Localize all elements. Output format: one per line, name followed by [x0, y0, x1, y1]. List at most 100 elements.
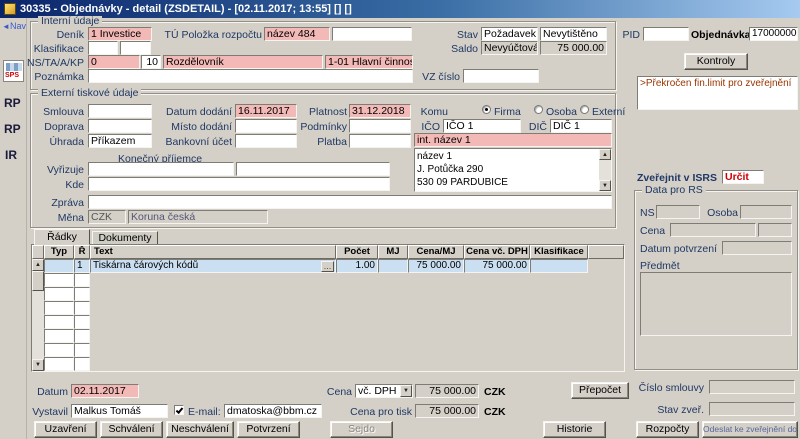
grid-empty-cell[interactable] [44, 357, 74, 371]
doprava-field[interactable] [88, 119, 152, 133]
kontroly-button[interactable]: Kontroly [684, 53, 748, 70]
radio-osoba[interactable] [534, 105, 543, 114]
potvrzeni-button[interactable]: Potvrzení [237, 421, 300, 438]
sejdo-button[interactable]: Sejdo [330, 421, 393, 438]
int-nazev-field[interactable]: int. název 1 [414, 133, 612, 147]
ns-field-1[interactable]: 0 [88, 55, 140, 69]
platba-field[interactable] [349, 134, 411, 148]
bankovni-ucet-field[interactable] [235, 134, 297, 148]
objednavka-field[interactable]: 1700000001 [749, 27, 798, 41]
stav-field-2[interactable]: Nevytištěno [540, 27, 607, 41]
grid-scroll-up-icon[interactable]: ▲ [32, 259, 44, 271]
historie-button[interactable]: Historie [543, 421, 606, 438]
grid-empty-cell[interactable] [74, 315, 90, 329]
ns-field-4[interactable]: 1-01 Hlavní činnost [325, 55, 413, 69]
tu-name-field[interactable] [332, 27, 412, 41]
cena-mode-combo[interactable]: vč. DPH ▼ [355, 384, 413, 398]
cena-tisk-label: Cena pro tisk [330, 406, 412, 418]
urcit-field[interactable]: Určit [722, 170, 764, 184]
grid-empty-cell[interactable] [74, 273, 90, 287]
platnost-field[interactable]: 31.12.2018 [349, 104, 411, 118]
nav-arrow-icon[interactable]: ◄ [2, 22, 10, 31]
klasifikace-field-1[interactable] [88, 41, 118, 55]
tab-radky[interactable]: Řádky [34, 229, 90, 245]
dic-field[interactable]: DIČ 1 [550, 119, 612, 133]
cena-currency-label: CZK [484, 386, 506, 398]
row1-cena-dph-cell[interactable]: 75 000.00 [464, 259, 530, 273]
radio-firma[interactable] [482, 105, 491, 114]
ir-icon[interactable]: IR [5, 148, 17, 162]
schvaleni-button[interactable]: Schválení [100, 421, 163, 438]
row1-typ-cell[interactable] [44, 259, 74, 273]
vyrizuje-field-1[interactable] [88, 162, 234, 176]
datum-field[interactable]: 02.11.2017 [71, 384, 139, 398]
stav-field-1[interactable]: Požadavek [481, 27, 538, 41]
grid-empty-cell[interactable] [74, 357, 90, 371]
app-icon [4, 3, 16, 15]
email-field[interactable]: dmatoska@bbm.cz [224, 404, 322, 418]
scroll-down-icon[interactable]: ▼ [599, 180, 611, 191]
radio-externi[interactable] [580, 105, 589, 114]
grid-header-r: Ř [74, 245, 90, 259]
row1-pocet-cell[interactable]: 1.00 [336, 259, 378, 273]
scroll-up-icon[interactable]: ▲ [599, 149, 611, 160]
neschvaleni-button[interactable]: Neschválení [166, 421, 234, 438]
vyrizuje-field-2[interactable] [236, 162, 390, 176]
row1-num-cell[interactable]: 1 [74, 259, 90, 273]
grid-empty-cell[interactable] [44, 315, 74, 329]
poznamka-field[interactable] [88, 69, 413, 83]
denik-field[interactable]: 1 Investice [88, 27, 152, 41]
row1-ellipsis-button[interactable]: … [321, 261, 334, 272]
rs-osoba-field [740, 205, 792, 219]
saldo-status-field: Nevyúčtováno [481, 41, 538, 55]
tu-field[interactable]: název 484 [264, 27, 330, 41]
datum-dodani-label: Datum dodání [154, 106, 232, 118]
ns-field-3[interactable]: Rozdělovník [163, 55, 323, 69]
grid-empty-cell[interactable] [44, 301, 74, 315]
kde-field[interactable] [88, 177, 390, 191]
podminky-field[interactable] [349, 119, 411, 133]
internal-legend: Interní údaje [38, 16, 102, 27]
ns-field-2[interactable]: 10 [141, 55, 161, 69]
row1-cena-mj-cell[interactable]: 75 000.00 [408, 259, 464, 273]
row1-mj-cell[interactable] [378, 259, 408, 273]
grid-empty-cell[interactable] [74, 287, 90, 301]
uzavreni-button[interactable]: Uzavření [34, 421, 97, 438]
tab-dokumenty[interactable]: Dokumenty [92, 231, 158, 245]
grid-scroll-down-icon[interactable]: ▼ [32, 359, 44, 371]
datum-dodani-field[interactable]: 16.11.2017 [235, 104, 297, 118]
rs-cena-label: Cena [640, 225, 665, 237]
zprava-label: Zpráva [20, 197, 84, 209]
grid-empty-cell[interactable] [74, 329, 90, 343]
grid-empty-cell[interactable] [74, 301, 90, 315]
grid-empty-cell[interactable] [44, 329, 74, 343]
address-box[interactable]: název 1 J. Potůčka 290 530 09 PARDUBICE … [414, 148, 612, 192]
platba-label: Platba [297, 136, 347, 148]
grid-scroll-thumb[interactable] [32, 271, 44, 291]
grid-scrollbar[interactable]: ▲ ▼ [32, 259, 44, 371]
grid-empty-cell[interactable] [44, 287, 74, 301]
rozpocty-button[interactable]: Rozpočty [636, 421, 699, 438]
vz-field[interactable] [463, 69, 539, 83]
address-text: název 1 J. Potůčka 290 530 09 PARDUBICE [417, 150, 508, 189]
odeslat-rs-button[interactable]: Odeslat ke zveřejnění do RS [702, 421, 798, 438]
rp-icon-1[interactable]: RP [4, 96, 21, 110]
email-checkbox[interactable] [174, 405, 184, 415]
combo-arrow-icon[interactable]: ▼ [400, 385, 412, 397]
vystavil-field[interactable]: Malkus Tomáš [71, 404, 168, 418]
grid-empty-cell[interactable] [44, 343, 74, 357]
uhrada-field[interactable]: Příkazem [88, 134, 152, 148]
smlouva-field[interactable] [88, 104, 152, 118]
address-scrollbar[interactable]: ▲ ▼ [599, 149, 611, 191]
zprava-field[interactable] [88, 195, 612, 209]
klasifikace-field-2[interactable] [120, 41, 151, 55]
rp-icon-2[interactable]: RP [4, 122, 21, 136]
misto-dodani-field[interactable] [235, 119, 297, 133]
row1-text-cell[interactable]: Tiskárna čárových kódů … [90, 259, 336, 273]
grid-empty-cell[interactable] [74, 343, 90, 357]
prepocet-button[interactable]: Přepočet [571, 382, 629, 399]
row1-klasifikace-cell[interactable] [530, 259, 588, 273]
grid-empty-cell[interactable] [44, 273, 74, 287]
ico-field[interactable]: IČO 1 [443, 119, 521, 133]
pid-field[interactable] [643, 27, 689, 41]
